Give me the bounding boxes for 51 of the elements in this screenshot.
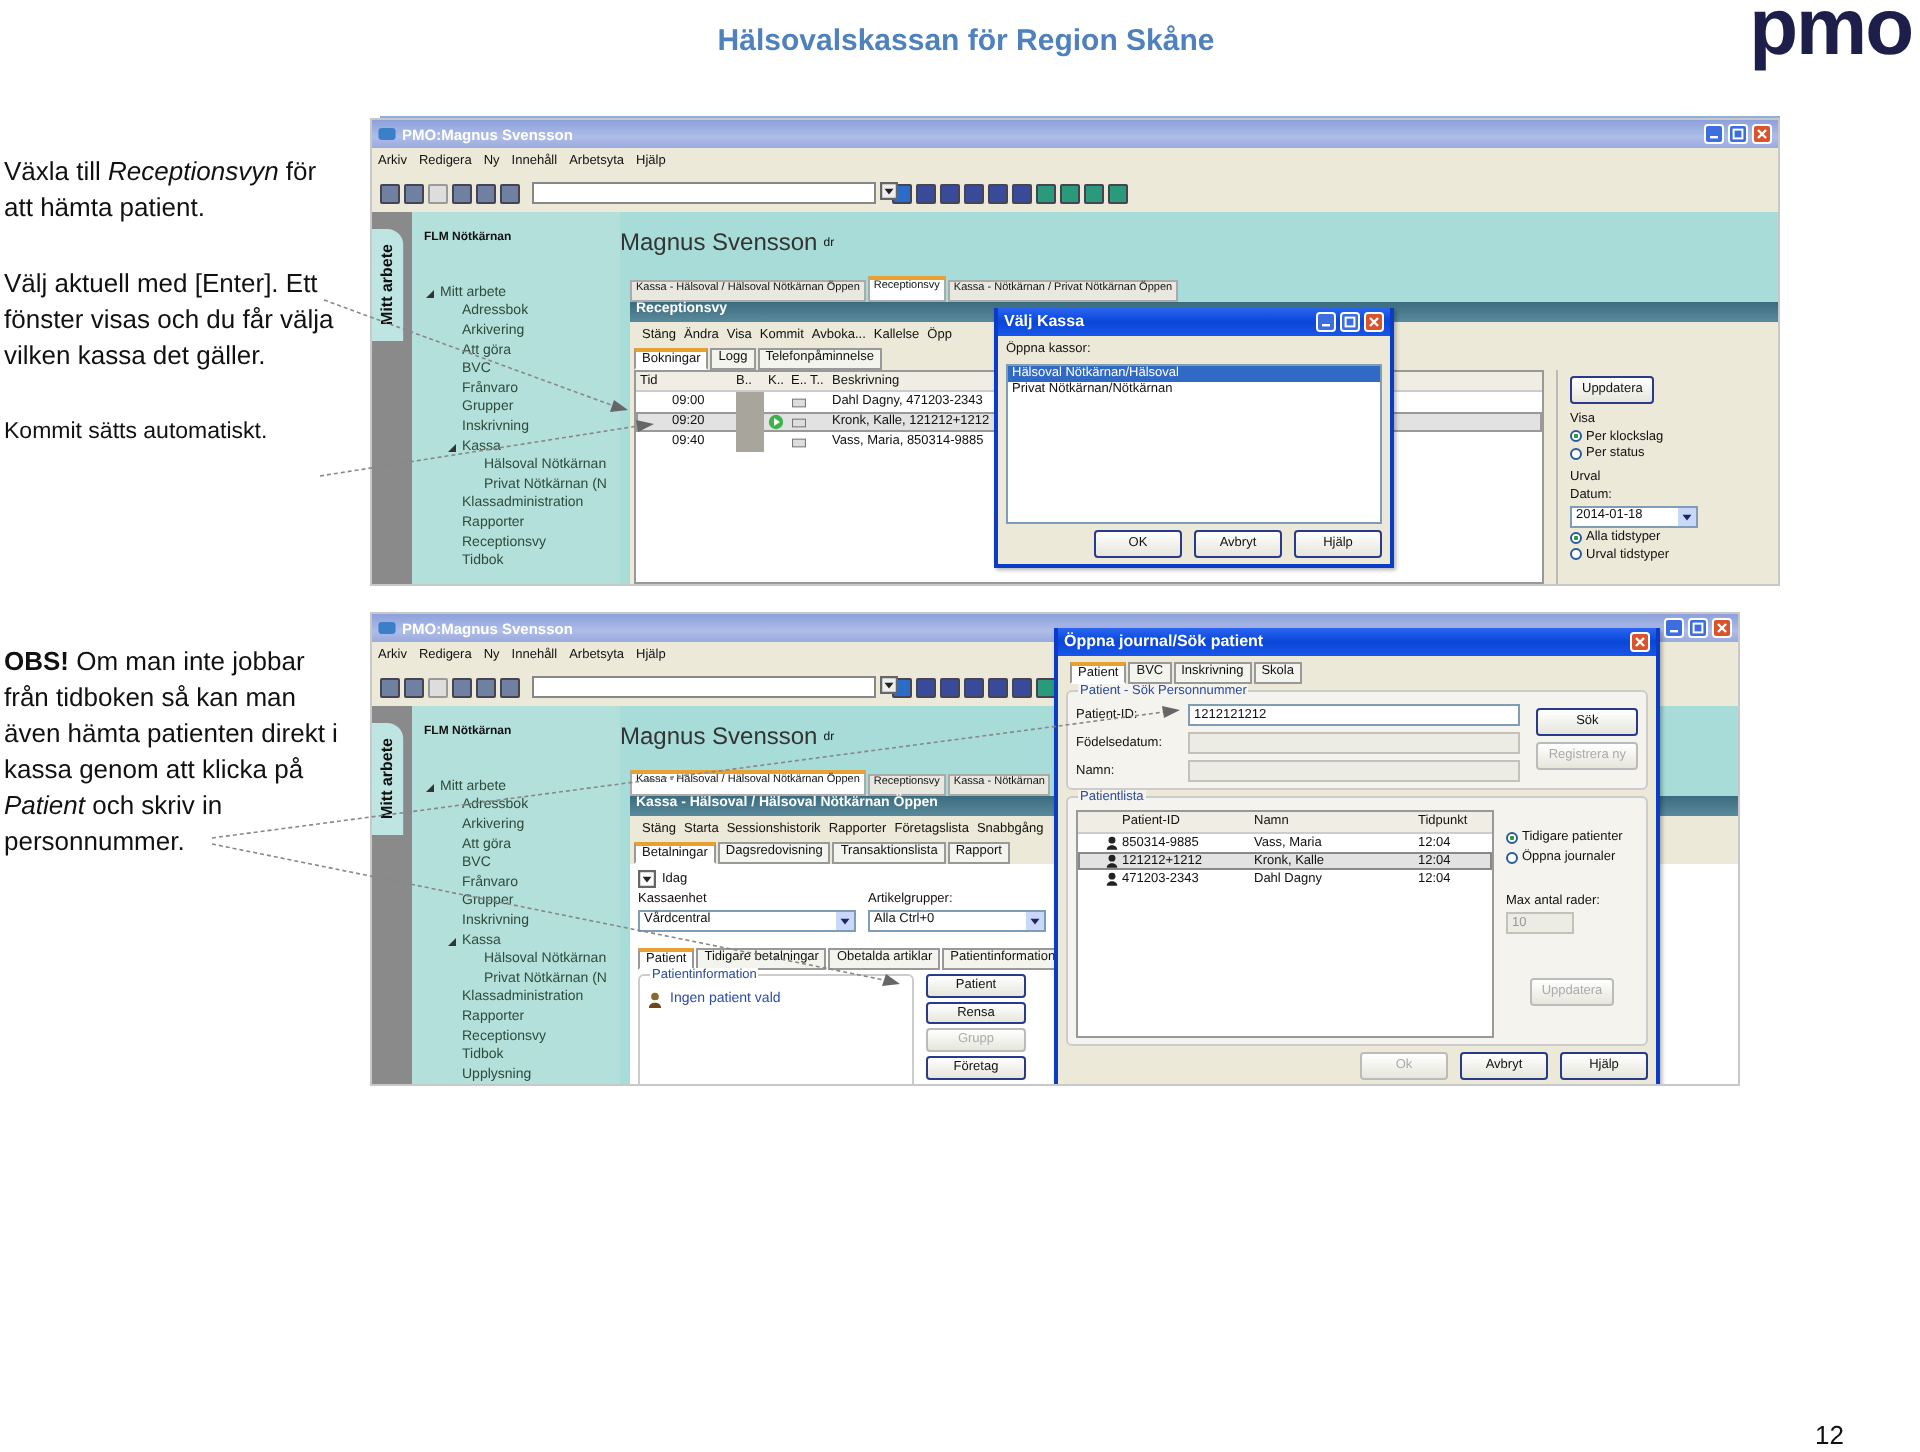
page-number: 12	[1815, 1420, 1844, 1452]
dropdown-icon	[1026, 911, 1044, 930]
close-button[interactable]	[1712, 618, 1732, 638]
caret-icon[interactable]	[446, 935, 458, 948]
close-button[interactable]	[1752, 124, 1772, 144]
person-icon	[648, 991, 662, 1008]
radio-button[interactable]	[1570, 531, 1582, 544]
close-icon	[1716, 622, 1728, 634]
dropdown-icon	[880, 182, 898, 200]
maximize-icon	[1692, 622, 1704, 634]
slide-title: Hälsovalskassan för Region Skåne	[715, 24, 1215, 62]
maximize-button[interactable]	[1340, 312, 1360, 332]
side-tab[interactable]: Mitt arbete	[372, 722, 404, 835]
person-icon	[1106, 872, 1118, 886]
app-icon	[378, 622, 396, 634]
side-tab[interactable]: Mitt arbete	[372, 228, 404, 341]
dropdown-icon	[880, 676, 898, 694]
radio-button[interactable]	[1570, 448, 1582, 461]
maximize-icon	[1732, 128, 1744, 140]
close-button[interactable]	[1630, 632, 1650, 652]
app-icon	[378, 128, 396, 140]
maximize-button[interactable]	[1728, 124, 1748, 144]
person-icon	[1106, 836, 1118, 850]
radio-button[interactable]	[1506, 831, 1518, 844]
radio-button[interactable]	[1570, 430, 1582, 443]
close-icon	[1634, 636, 1646, 648]
caret-icon[interactable]	[424, 287, 436, 300]
close-button[interactable]	[1364, 312, 1384, 332]
close-icon	[1368, 316, 1380, 328]
user-name: Magnus Svensson	[620, 722, 818, 751]
caret-icon[interactable]	[424, 781, 436, 794]
instruction-text: Växla till Receptionsvyn för att hämta patient.	[4, 154, 319, 226]
instruction-text: OBS! Om man inte jobbar från tidboken så kan man även hämta patienten direkt i kassa genom att klicka på Patient och skriv in personnummer.	[4, 644, 340, 860]
close-icon	[1756, 128, 1768, 140]
logo: pmo	[1749, 0, 1912, 74]
instruction-text: Kommit sätts automatiskt.	[4, 418, 270, 448]
instruction-text: Välj aktuell med [Enter]. Ett fönster visas och du får välja vilken kassa det gäller.	[4, 266, 336, 374]
minimize-button[interactable]	[1664, 618, 1684, 638]
minimize-button[interactable]	[1316, 312, 1336, 332]
person-icon	[1106, 854, 1118, 868]
dropdown-icon[interactable]	[638, 870, 656, 888]
dropdown-icon	[836, 911, 854, 930]
maximize-icon	[1344, 316, 1356, 328]
radio-button[interactable]	[1506, 851, 1518, 864]
maximize-button[interactable]	[1688, 618, 1708, 638]
dropdown-icon	[1678, 507, 1696, 526]
user-name: Magnus Svensson	[620, 228, 818, 257]
caret-icon[interactable]	[446, 441, 458, 454]
radio-button[interactable]	[1570, 548, 1582, 561]
minimize-button[interactable]	[1704, 124, 1724, 144]
dialog-title: Öppna journal/Sök patient	[1064, 632, 1264, 652]
